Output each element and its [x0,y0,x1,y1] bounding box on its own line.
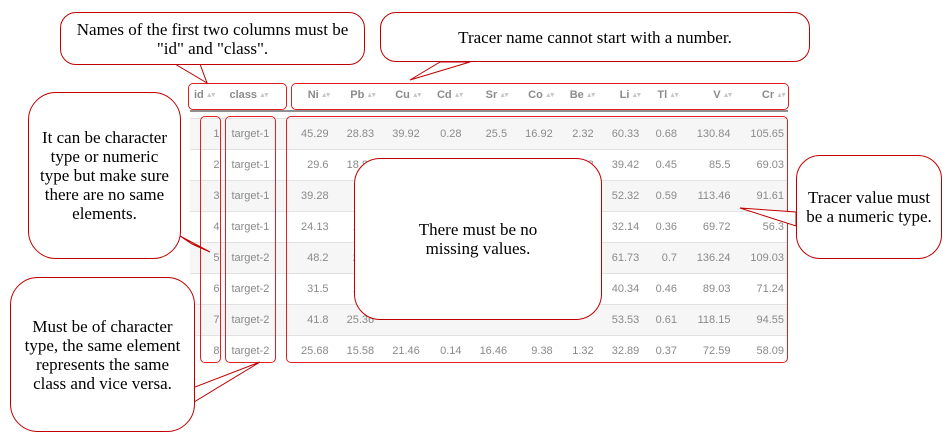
callout-column-names-text: Names of the first two columns must be "… [76,19,349,58]
callout-column-names: Names of the first two columns must be "… [60,12,365,65]
callout-tracer-name-text: Tracer name cannot start with a number. [458,27,732,47]
callout-missing-values-text: There must be no missing values. [418,220,538,258]
callout-id-rule: It can be character type or numeric type… [28,92,181,259]
id-rule-pointer [179,235,211,253]
callout-class-rule: Must be of character type, the same elem… [10,277,195,432]
tracer-name-pointer [409,61,471,81]
callout-missing-values: There must be no missing values. [354,158,602,320]
callout-tracer-value: Tracer value must be a numeric type. [796,155,942,259]
callout-id-rule-text: It can be character type or numeric type… [40,128,169,223]
callout-class-rule-text: Must be of character type, the same elem… [24,316,181,393]
callout-tracer-name: Tracer name cannot start with a number. [380,12,810,62]
callout-tracer-value-text: Tracer value must be a numeric type. [806,188,932,226]
col-names-pointer [173,63,208,85]
tracer-value-pointer [739,207,797,227]
